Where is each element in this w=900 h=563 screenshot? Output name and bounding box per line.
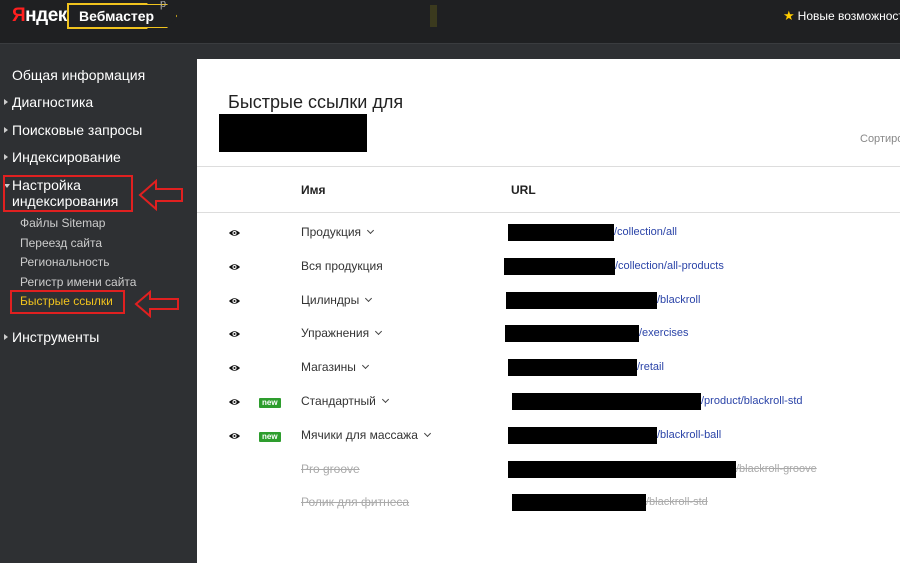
redacted-domain xyxy=(508,426,657,444)
chevron-down-icon[interactable] xyxy=(423,429,431,437)
sidebar-item-diagnostics[interactable]: Диагностика xyxy=(4,94,94,110)
link-name-text: Цилиндры xyxy=(301,292,360,307)
link-name[interactable]: Стандартный xyxy=(301,394,389,408)
table-header-divider xyxy=(197,212,900,213)
eye-icon[interactable] xyxy=(228,363,241,373)
sidebar-item-label: Диагностика xyxy=(12,94,94,110)
star-icon: ★ xyxy=(783,8,795,23)
sidebar-item-tools[interactable]: Инструменты xyxy=(4,329,100,345)
column-header-name[interactable]: Имя xyxy=(301,183,326,197)
link-url[interactable]: /blackroll-std xyxy=(646,496,708,508)
top-bar: Яндекс Вебмастер р ★ Новые возможности xyxy=(0,0,900,44)
sidebar-item-label: Общая информация xyxy=(12,67,146,83)
expand-triangle-icon xyxy=(4,334,8,340)
eye-icon[interactable] xyxy=(228,329,241,339)
redacted-domain xyxy=(505,325,639,343)
eye-icon[interactable] xyxy=(228,397,241,407)
table-row[interactable]: new Стандартный/product/blackroll-std xyxy=(197,386,900,420)
eye-icon[interactable] xyxy=(228,296,241,306)
link-name-text: Продукция xyxy=(301,225,362,239)
link-url[interactable]: /collection/all xyxy=(614,226,677,238)
link-name[interactable]: Упражнения xyxy=(301,326,383,341)
arrow-left-icon xyxy=(134,290,179,318)
whats-new-label: Новые возможности xyxy=(797,9,900,23)
link-name[interactable]: Магазины xyxy=(301,360,369,375)
link-name[interactable]: Вся продукция xyxy=(301,259,383,273)
sidebar-item-label: Инструменты xyxy=(12,329,100,345)
redacted-domain xyxy=(512,393,701,410)
sidebar-subitem-site-move[interactable]: Переезд сайта xyxy=(20,236,102,250)
chevron-down-icon[interactable] xyxy=(365,294,373,302)
sidebar-item-indexing[interactable]: Индексирование xyxy=(4,149,121,165)
table-row[interactable]: Продукция/collection/all xyxy=(197,217,900,251)
link-url[interactable]: /collection/all-products xyxy=(615,260,724,272)
table-row[interactable]: Цилиндры/blackroll xyxy=(197,285,900,319)
link-url[interactable]: /blackroll xyxy=(657,294,700,306)
redacted-domain xyxy=(512,494,646,512)
expand-triangle-icon xyxy=(4,154,8,160)
link-url[interactable]: /blackroll-groove xyxy=(736,463,817,475)
expand-triangle-icon xyxy=(4,99,8,105)
link-url[interactable]: /retail xyxy=(637,361,664,373)
truncated-superscript: р xyxy=(160,0,167,10)
link-name[interactable]: Цилиндры xyxy=(301,292,373,307)
whats-new-link[interactable]: ★ Новые возможности xyxy=(783,8,900,24)
link-name-text: Ролик для фитнеса xyxy=(301,495,410,510)
sidebar-item-general-info[interactable]: Общая информация xyxy=(12,67,145,83)
sidebar-subitem-site-name-case[interactable]: Регистр имени сайта xyxy=(20,275,136,289)
table-row[interactable]: Магазины/retail xyxy=(197,352,900,386)
arrow-left-icon xyxy=(138,179,183,211)
sort-control[interactable]: Сортиро xyxy=(860,133,900,145)
link-url[interactable]: /blackroll-ball xyxy=(657,429,721,441)
expand-triangle-icon xyxy=(4,127,8,133)
eye-icon[interactable] xyxy=(228,228,241,238)
header-marker xyxy=(430,5,437,27)
link-name[interactable]: Продукция xyxy=(301,225,375,239)
main-panel: Быстрые ссылки для Сортиро Имя URL Проду… xyxy=(197,59,900,563)
header-divider xyxy=(197,166,900,167)
redacted-domain xyxy=(506,291,657,309)
page-title: Быстрые ссылки для xyxy=(228,92,404,112)
redacted-domain xyxy=(508,460,736,478)
eye-icon[interactable] xyxy=(228,262,241,272)
sidebar-item-label: Индексирование xyxy=(12,149,121,165)
link-name-text: Магазины xyxy=(301,360,356,375)
sidebar-subitem-sitemap[interactable]: Файлы Sitemap xyxy=(20,216,105,230)
link-name-text: Вся продукция xyxy=(301,258,383,273)
redacted-domain xyxy=(504,257,615,275)
table-row[interactable]: new Мячики для массажа/blackroll-ball xyxy=(197,420,900,454)
link-url[interactable]: /exercises xyxy=(639,327,689,339)
redacted-domain xyxy=(508,224,614,241)
link-name[interactable]: Pro groove xyxy=(301,462,360,476)
link-name-text: Pro groove xyxy=(301,461,360,476)
chevron-down-icon[interactable] xyxy=(375,328,383,336)
link-name-text: Мячики для массажа xyxy=(301,427,418,442)
eye-icon[interactable] xyxy=(228,431,241,441)
redacted-site-name xyxy=(219,114,367,152)
highlight-box-indexing-settings xyxy=(3,175,133,212)
highlight-box-quick-links xyxy=(10,290,125,314)
chevron-down-icon[interactable] xyxy=(381,395,389,404)
column-header-url[interactable]: URL xyxy=(511,183,536,197)
yandex-logo[interactable]: Яндекс xyxy=(12,5,77,27)
link-name[interactable]: Ролик для фитнеса xyxy=(301,495,409,509)
sidebar-item-search-queries[interactable]: Поисковые запросы xyxy=(4,122,143,138)
link-name-text: Стандартный xyxy=(301,394,376,408)
link-url[interactable]: /product/blackroll-std xyxy=(701,395,803,407)
new-badge: new xyxy=(259,398,281,408)
table-row[interactable]: Упражнения/exercises xyxy=(197,318,900,352)
link-name[interactable]: Мячики для массажа xyxy=(301,427,431,442)
table-row[interactable]: Pro groove/blackroll-groove xyxy=(197,454,900,488)
logo-letter: Я xyxy=(12,5,26,26)
table-row[interactable]: Вся продукция/collection/all-products xyxy=(197,251,900,285)
sidebar-item-label: Поисковые запросы xyxy=(12,122,143,138)
sidebar-subitem-regionality[interactable]: Региональность xyxy=(20,255,110,269)
table-row[interactable]: Ролик для фитнеса/blackroll-std xyxy=(197,487,900,521)
chevron-down-icon[interactable] xyxy=(361,362,369,370)
chevron-down-icon[interactable] xyxy=(367,226,375,235)
redacted-domain xyxy=(508,359,637,377)
link-name-text: Упражнения xyxy=(301,326,370,341)
new-badge: new xyxy=(259,431,281,442)
